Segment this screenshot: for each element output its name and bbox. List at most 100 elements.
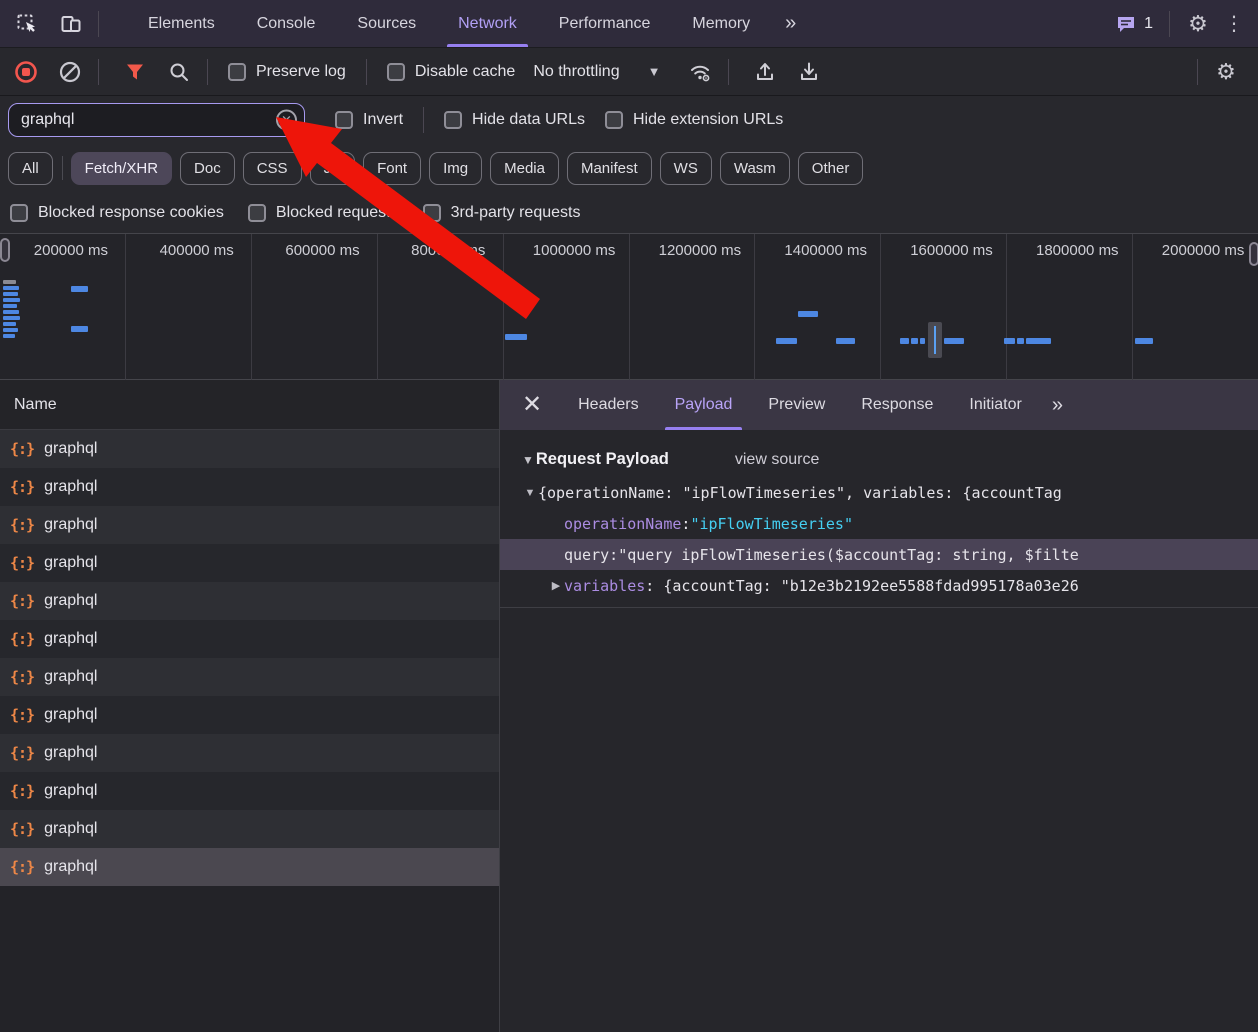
filter-icon[interactable] <box>117 54 153 90</box>
close-details-icon[interactable]: ✕ <box>500 390 560 421</box>
request-row[interactable]: {:}graphql <box>0 772 499 810</box>
tab-sources[interactable]: Sources <box>336 0 437 47</box>
chip-all[interactable]: All <box>8 152 53 185</box>
hide-extension-urls-checkbox[interactable] <box>605 111 623 129</box>
clear-network-log-icon[interactable] <box>52 54 88 90</box>
divider <box>366 59 367 85</box>
filter-blocked-response-cookies: Blocked response cookies <box>10 204 224 222</box>
export-har-icon[interactable] <box>791 54 827 90</box>
payload-tree-row[interactable]: ▶variables: {accountTag: "b12e3b2192ee55… <box>500 570 1258 601</box>
tab-performance[interactable]: Performance <box>538 0 672 47</box>
tab-elements[interactable]: Elements <box>127 0 236 47</box>
3rd-party-requests-checkbox[interactable] <box>423 204 441 222</box>
record-network-log-icon[interactable] <box>8 54 44 90</box>
detail-tab-headers[interactable]: Headers <box>560 380 656 430</box>
payload-segment-string: "ipFlowTimeseries" <box>690 515 853 533</box>
blocked-requests-checkbox[interactable] <box>248 204 266 222</box>
payload-tree-row[interactable]: ▼{operationName: "ipFlowTimeseries", var… <box>500 477 1258 508</box>
timeline-tick-label: 1000000 ms <box>503 242 629 262</box>
request-row[interactable]: {:}graphql <box>0 696 499 734</box>
network-settings-gear-icon[interactable]: ⚙ <box>1208 59 1244 85</box>
import-har-icon[interactable] <box>747 54 783 90</box>
detail-tab-initiator[interactable]: Initiator <box>951 380 1039 430</box>
waterfall-bar <box>71 326 88 332</box>
request-row[interactable]: {:}graphql <box>0 620 499 658</box>
waterfall-bar <box>1017 338 1024 344</box>
timeline-scrubber[interactable] <box>928 322 942 358</box>
tab-network[interactable]: Network <box>437 0 538 47</box>
clear-input-icon[interactable]: ✕ <box>276 110 297 131</box>
tab-memory[interactable]: Memory <box>671 0 771 47</box>
overview-scroll-handle-right[interactable] <box>1249 242 1258 266</box>
throttling-select[interactable]: No throttling ▼ <box>533 63 660 81</box>
payload-segment-plain: query <box>564 546 609 564</box>
invert-label: Invert <box>363 111 403 129</box>
json-braces-icon: {:} <box>10 820 34 838</box>
network-overview-timeline[interactable]: 200000 ms400000 ms600000 ms800000 ms1000… <box>0 234 1258 380</box>
request-row[interactable]: {:}graphql <box>0 848 499 886</box>
chip-font[interactable]: Font <box>363 152 421 185</box>
request-list: {:}graphql{:}graphql{:}graphql{:}graphql… <box>0 430 499 886</box>
chip-other[interactable]: Other <box>798 152 864 185</box>
chip-fetch-xhr[interactable]: Fetch/XHR <box>71 152 172 185</box>
view-source-link[interactable]: view source <box>735 451 819 469</box>
name-column-header[interactable]: Name <box>0 380 499 430</box>
request-row[interactable]: {:}graphql <box>0 430 499 468</box>
detail-tab-preview[interactable]: Preview <box>750 380 843 430</box>
request-details-panel: ✕ HeadersPayloadPreviewResponseInitiator… <box>500 380 1258 1032</box>
chip-js[interactable]: JS <box>310 152 356 185</box>
json-braces-icon: {:} <box>10 668 34 686</box>
payload-segment-key: variables <box>564 577 645 595</box>
3rd-party-requests-label: 3rd-party requests <box>451 204 581 222</box>
chip-img[interactable]: Img <box>429 152 482 185</box>
payload-tree-row[interactable]: query: "query ipFlowTimeseries($accountT… <box>500 539 1258 570</box>
overview-scroll-handle-left[interactable] <box>0 238 10 262</box>
filter-input[interactable] <box>21 111 251 129</box>
issues-count: 1 <box>1144 15 1153 33</box>
request-row[interactable]: {:}graphql <box>0 734 499 772</box>
json-braces-icon: {:} <box>10 478 34 496</box>
disable-cache-label: Disable cache <box>415 63 516 81</box>
issues-counter[interactable]: 1 <box>1115 13 1153 35</box>
search-icon[interactable] <box>161 54 197 90</box>
device-toolbar-icon[interactable] <box>54 7 88 41</box>
invert-checkbox[interactable] <box>335 111 353 129</box>
request-row[interactable]: {:}graphql <box>0 544 499 582</box>
settings-gear-icon[interactable]: ⚙ <box>1180 11 1216 37</box>
request-row[interactable]: {:}graphql <box>0 506 499 544</box>
waterfall-bar <box>3 280 16 284</box>
request-row[interactable]: {:}graphql <box>0 658 499 696</box>
waterfall-bar <box>3 328 18 332</box>
hide-data-urls-checkbox[interactable] <box>444 111 462 129</box>
request-payload-section-header[interactable]: ▼ Request Payload view source <box>522 450 1258 469</box>
more-tabs-icon[interactable]: » <box>771 12 808 35</box>
timeline-tick-label: 1400000 ms <box>755 242 881 262</box>
devtools-tabbar: ElementsConsoleSourcesNetworkPerformance… <box>0 0 1258 48</box>
disclosure-closed-icon[interactable]: ▶ <box>548 579 564 592</box>
chip-media[interactable]: Media <box>490 152 559 185</box>
blocked-response-cookies-checkbox[interactable] <box>10 204 28 222</box>
request-row[interactable]: {:}graphql <box>0 582 499 620</box>
network-conditions-icon[interactable] <box>682 54 718 90</box>
network-toolbar: Preserve log Disable cache No throttling… <box>0 48 1258 96</box>
chip-wasm[interactable]: Wasm <box>720 152 790 185</box>
tab-console[interactable]: Console <box>236 0 337 47</box>
chip-ws[interactable]: WS <box>660 152 712 185</box>
preserve-log-checkbox[interactable] <box>228 63 246 81</box>
detail-tab-payload[interactable]: Payload <box>657 380 751 430</box>
chip-css[interactable]: CSS <box>243 152 302 185</box>
inspect-element-icon[interactable] <box>10 7 44 41</box>
chip-doc[interactable]: Doc <box>180 152 235 185</box>
payload-tree-row[interactable]: operationName: "ipFlowTimeseries" <box>500 508 1258 539</box>
more-detail-tabs-icon[interactable]: » <box>1040 394 1073 417</box>
disable-cache-checkbox[interactable] <box>387 63 405 81</box>
throttling-value: No throttling <box>533 63 619 81</box>
request-row[interactable]: {:}graphql <box>0 468 499 506</box>
hide-data-urls-label: Hide data URLs <box>472 111 585 129</box>
disclosure-open-icon[interactable]: ▼ <box>522 487 538 499</box>
chip-manifest[interactable]: Manifest <box>567 152 652 185</box>
detail-tab-response[interactable]: Response <box>843 380 951 430</box>
waterfall-bar <box>71 286 88 292</box>
kebab-menu-icon[interactable]: ⋮ <box>1216 11 1252 36</box>
request-row[interactable]: {:}graphql <box>0 810 499 848</box>
